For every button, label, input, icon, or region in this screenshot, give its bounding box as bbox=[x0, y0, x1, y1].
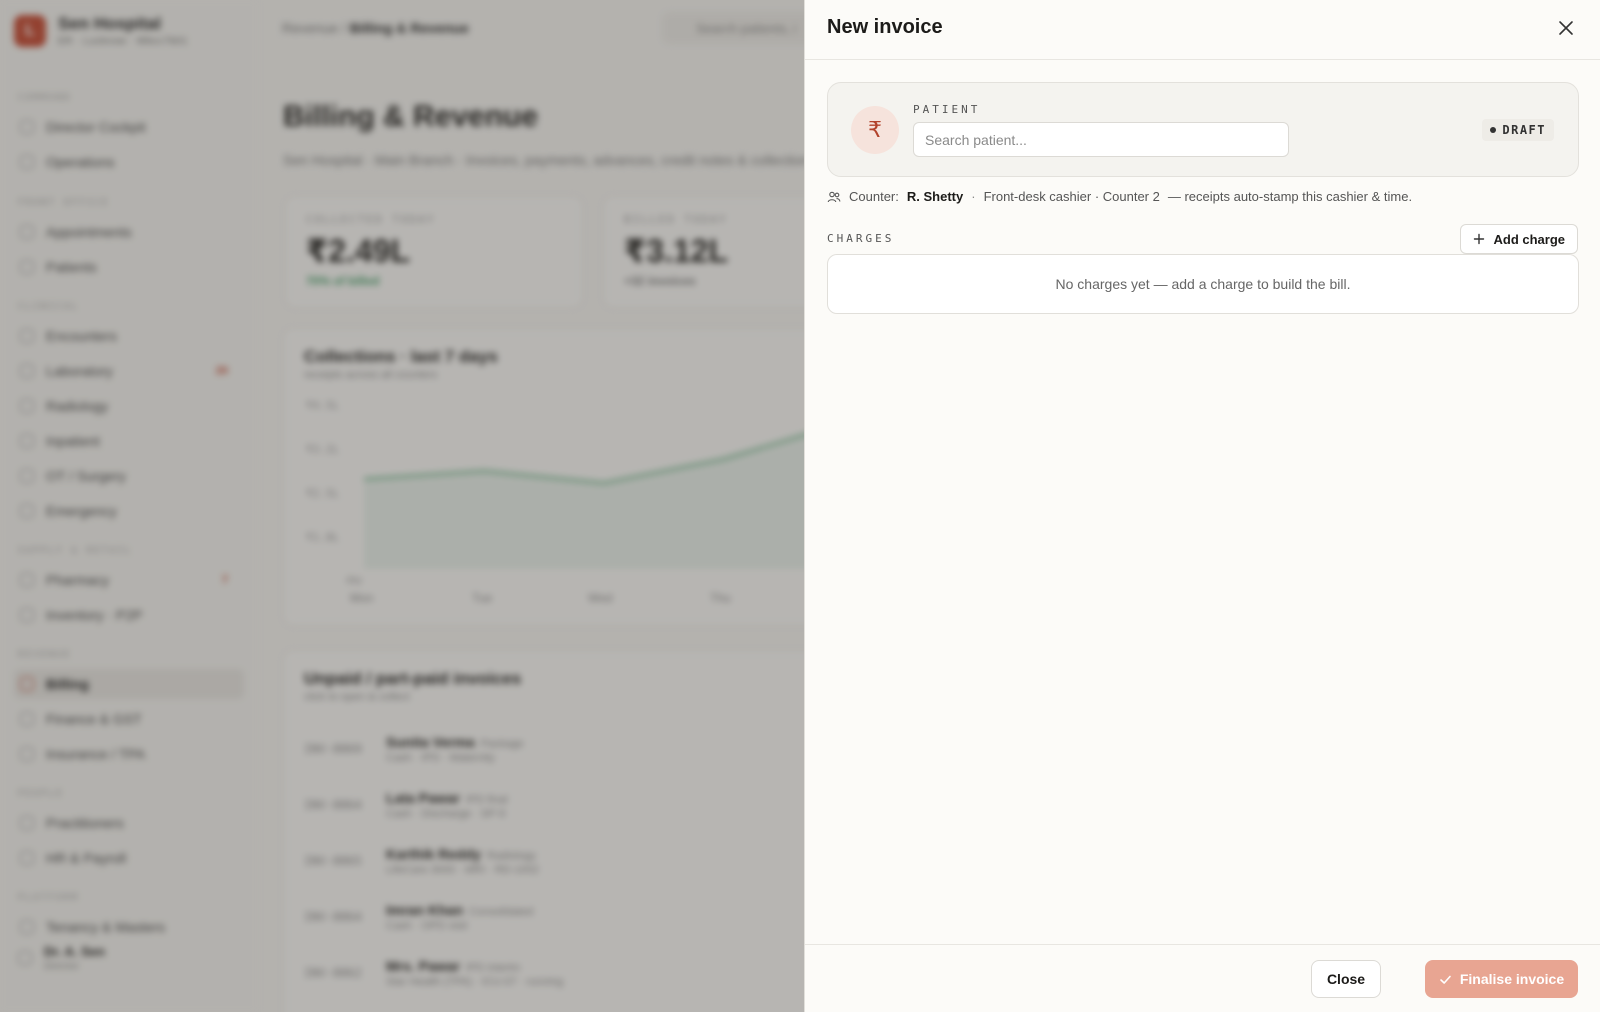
status-badge: DRAFT bbox=[1482, 119, 1554, 141]
finalise-invoice-button[interactable]: Finalise invoice bbox=[1425, 960, 1578, 998]
drawer-header: New invoice bbox=[805, 0, 1600, 60]
close-icon[interactable] bbox=[1554, 16, 1578, 40]
counter-label: Counter: bbox=[849, 189, 899, 204]
drawer-footer: Close Finalise invoice bbox=[805, 944, 1600, 1012]
plus-icon bbox=[1474, 233, 1485, 245]
users-icon bbox=[827, 191, 841, 202]
charges-empty-state: No charges yet — add a charge to build t… bbox=[827, 254, 1579, 314]
new-invoice-drawer: New invoice ₹ PATIENT DRAFT Counter: R. … bbox=[804, 0, 1600, 1012]
patient-search-input[interactable] bbox=[913, 122, 1289, 157]
charges-label: CHARGES bbox=[827, 232, 895, 245]
modal-backdrop[interactable] bbox=[0, 0, 804, 1012]
cashier-name: R. Shetty bbox=[906, 189, 964, 204]
counter-note: — receipts auto-stamp this cashier & tim… bbox=[1167, 189, 1413, 204]
patient-card: ₹ PATIENT DRAFT bbox=[827, 82, 1579, 177]
check-icon bbox=[1440, 975, 1451, 984]
counter-info: Counter: R. Shetty · Front-desk cashier … bbox=[827, 189, 1412, 204]
separator-dot: · bbox=[971, 189, 976, 204]
cashier-role: Front-desk cashier · Counter 2 bbox=[983, 189, 1160, 204]
status-dot-icon bbox=[1490, 127, 1497, 133]
rupee-icon: ₹ bbox=[851, 106, 899, 154]
patient-label: PATIENT bbox=[913, 103, 981, 116]
add-charge-button[interactable]: Add charge bbox=[1460, 224, 1578, 254]
close-button[interactable]: Close bbox=[1311, 960, 1381, 998]
drawer-title: New invoice bbox=[827, 16, 943, 38]
